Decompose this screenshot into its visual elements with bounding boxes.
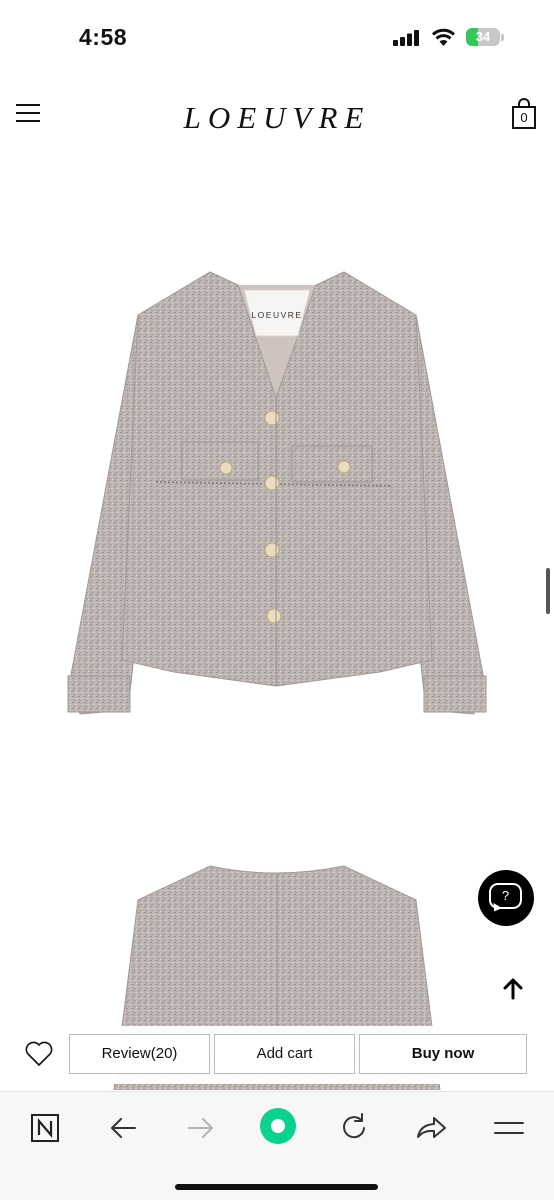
home-indicator (175, 1184, 378, 1190)
status-bar: 4:58 34 (0, 0, 554, 76)
tweed-jacket-front-image: LOEUVRE (67, 271, 487, 715)
back-arrow-icon[interactable] (106, 1109, 140, 1143)
status-time: 4:58 (79, 24, 128, 50)
naver-logo-icon[interactable] (28, 1109, 62, 1143)
cellular-signal-icon (393, 30, 419, 46)
review-button[interactable]: Review(20) (69, 1034, 210, 1074)
forward-arrow-icon[interactable] (184, 1109, 218, 1143)
cart-count: 0 (520, 110, 528, 125)
purchase-action-bar: Review(20) Add cart Buy now (0, 1026, 554, 1084)
buy-now-button[interactable]: Buy now (359, 1034, 527, 1074)
wifi-icon (431, 28, 456, 46)
scroll-top-arrow-icon[interactable] (500, 976, 526, 1002)
shopping-bag-icon[interactable]: 0 (511, 98, 537, 130)
menu-icon[interactable] (492, 1109, 526, 1143)
heart-icon[interactable] (24, 1040, 54, 1068)
page-scrollbar[interactable] (546, 568, 550, 614)
reload-icon[interactable] (337, 1109, 371, 1143)
battery-indicator: 34 (466, 26, 506, 48)
garment-label-text: LOEUVRE (251, 310, 302, 320)
brand-logo[interactable]: LOEUVRE (0, 100, 554, 136)
share-icon[interactable] (414, 1109, 448, 1143)
battery-percent: 34 (475, 29, 491, 44)
add-cart-button[interactable]: Add cart (214, 1034, 355, 1074)
home-dot-icon[interactable] (258, 1106, 298, 1146)
chat-support-button[interactable]: ? (478, 870, 534, 926)
site-header: LOEUVRE 0 (0, 76, 554, 158)
